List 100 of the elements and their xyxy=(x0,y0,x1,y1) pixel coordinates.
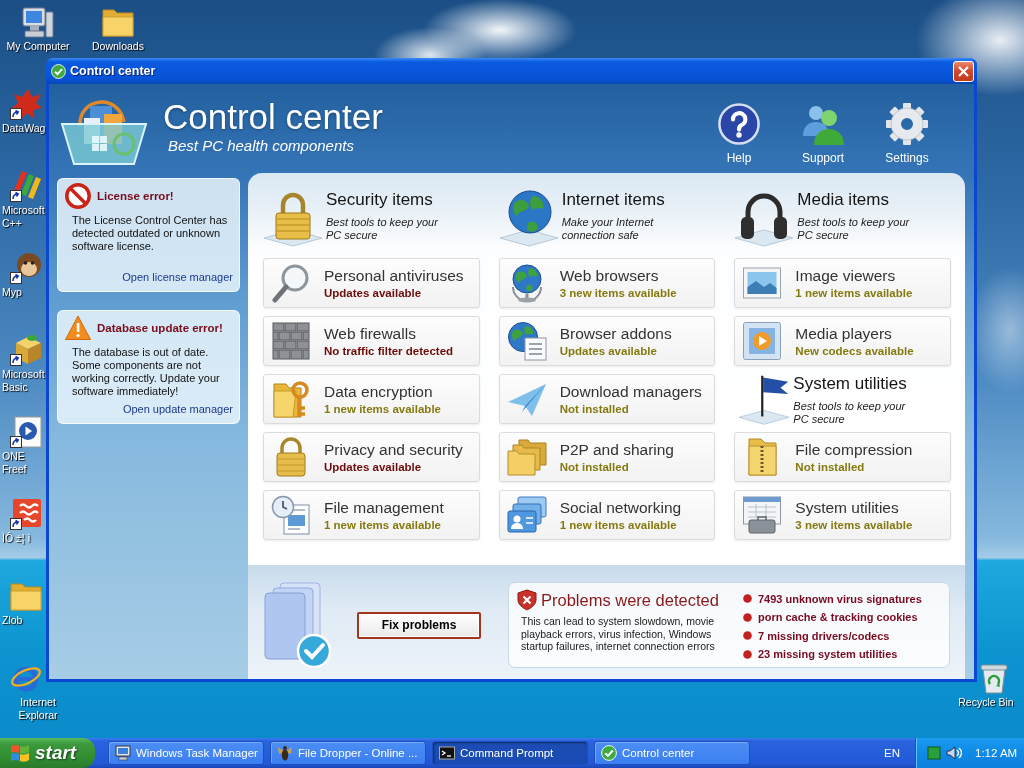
magnifier-icon xyxy=(271,263,311,303)
taskbar-button[interactable]: File Dropper - Online ... xyxy=(270,741,426,765)
status-text: Not installed xyxy=(559,459,629,474)
status-text: Updates available xyxy=(559,343,657,358)
category-name: File compression xyxy=(795,440,913,459)
status-text: Not installed xyxy=(559,401,629,416)
bullet-icon xyxy=(743,612,752,622)
language-indicator[interactable]: EN xyxy=(884,747,900,759)
category-card[interactable]: Image viewers 1 new items available xyxy=(734,258,951,308)
category-card[interactable]: Personal antiviruses Updates available xyxy=(263,258,480,308)
icon-label[interactable]: Recycle Bin xyxy=(958,696,1014,709)
fix-problems-button[interactable]: Fix problems xyxy=(357,611,481,639)
splash-shortcut-icon[interactable] xyxy=(10,88,42,120)
section-title: Security items xyxy=(326,189,433,210)
support-button[interactable]: Support xyxy=(788,102,858,165)
icon-label[interactable]: Internet Explorar xyxy=(18,696,58,722)
alert-title: Database update error! xyxy=(97,322,223,334)
window-toolbox-icon xyxy=(742,495,783,535)
icon-label[interactable]: Downloads xyxy=(92,40,144,53)
status-text: No traffic filter detected xyxy=(324,343,454,358)
category-card[interactable]: Download managers Not installed xyxy=(498,374,716,424)
problem-item: 7 missing drivers/codecs xyxy=(758,629,890,642)
category-name: Browser addons xyxy=(559,324,672,343)
bullet-icon xyxy=(743,649,752,659)
category-name: System utilities xyxy=(795,498,899,517)
status-text: 1 new items available xyxy=(795,285,913,300)
category-name: Personal antiviruses xyxy=(324,266,464,285)
error-shield-icon xyxy=(517,589,537,611)
category-card[interactable]: Privacy and security Updates available xyxy=(263,432,480,482)
box-shortcut-icon[interactable] xyxy=(10,334,42,366)
status-text: 3 new items available xyxy=(559,285,677,300)
window-title: Control center xyxy=(70,64,156,78)
media-player-icon xyxy=(742,321,783,361)
status-text: 3 new items available xyxy=(795,517,913,532)
category-name: Download managers xyxy=(559,382,702,401)
alert-link[interactable]: Open license manager xyxy=(122,271,233,284)
category-name: Web firewalls xyxy=(324,324,416,343)
check-circle-icon xyxy=(601,745,617,761)
category-name: Privacy and security xyxy=(324,440,463,459)
section-title: Media items xyxy=(797,189,889,210)
folder-icon[interactable] xyxy=(102,6,134,38)
help-button[interactable]: Help xyxy=(704,102,774,165)
folders-icon xyxy=(506,437,547,477)
icon-label[interactable]: Myp xyxy=(0,286,22,299)
section-description: Best tools to keep your PC secure xyxy=(793,400,907,426)
close-button[interactable] xyxy=(953,60,974,82)
status-text: 1 new items available xyxy=(324,401,441,416)
problems-description: This can lead to system slowdown, movie playback errors, virus infection, Windows startup failures, internet connection errors xyxy=(521,615,716,653)
status-text: Updates available xyxy=(324,459,422,474)
category-card[interactable]: Browser addons Updates available xyxy=(498,316,716,366)
category-card[interactable]: File compression Not installed xyxy=(734,432,951,482)
taskbar-button[interactable]: Control center xyxy=(594,741,750,765)
taskbar-button[interactable]: Command Prompt xyxy=(432,741,588,765)
icon-label[interactable]: My Computer xyxy=(6,40,70,53)
category-card[interactable]: Web browsers 3 new items available xyxy=(498,258,716,308)
folder-key-icon xyxy=(271,379,311,419)
close-icon xyxy=(958,65,969,77)
section-title: System utilities xyxy=(793,374,907,394)
settings-button[interactable]: Settings xyxy=(872,102,942,165)
category-name: Media players xyxy=(795,324,892,343)
disc-shortcut-icon[interactable] xyxy=(10,416,42,448)
section-title: Internet items xyxy=(561,189,665,210)
globe-list-icon xyxy=(506,321,547,361)
category-card[interactable]: Data encryption 1 new items available xyxy=(263,374,480,424)
problem-item: porn cache & tracking cookies xyxy=(758,611,918,624)
category-card[interactable]: Web firewalls No traffic filter detected xyxy=(263,316,480,366)
bug-icon xyxy=(277,745,293,761)
tile-shortcut-icon[interactable] xyxy=(10,498,42,530)
status-text: 1 new items available xyxy=(324,517,441,532)
category-card[interactable]: Media players New codecs available xyxy=(734,316,951,366)
alert-link[interactable]: Open update manager xyxy=(122,403,233,416)
status-text: Not installed xyxy=(795,459,865,474)
taskbar-button[interactable]: Windows Task Manager xyxy=(108,741,264,765)
alert-message: The License Control Center has detected outdated or unknown software license. xyxy=(72,214,229,253)
start-button[interactable]: start xyxy=(0,738,95,768)
console-icon xyxy=(439,745,455,761)
section-description: Make your Internet connection safe xyxy=(561,215,655,242)
monkey-shortcut-icon[interactable] xyxy=(10,252,42,284)
settings-icon xyxy=(886,102,928,145)
alert-message: The database is out of date. Some components are not working correctly. Update your software immediately! xyxy=(72,346,221,398)
icon-label[interactable]: Microsoft C++ xyxy=(0,204,45,230)
section-description: Best tools to keep your PC secure xyxy=(326,215,439,242)
category-name: P2P and sharing xyxy=(559,440,674,459)
prohibited-icon xyxy=(65,183,91,209)
icon-label[interactable]: DataWag xyxy=(0,122,46,135)
category-name: Data encryption xyxy=(324,382,433,401)
monitor-icon xyxy=(115,745,131,761)
blocks-shortcut-icon[interactable] xyxy=(10,170,42,202)
category-card[interactable]: File management 1 new items available xyxy=(263,490,480,540)
problems-title: Problems were detected xyxy=(541,590,719,610)
status-text: New codecs available xyxy=(795,343,914,358)
speaker-icon[interactable] xyxy=(946,745,962,761)
bullet-icon xyxy=(743,631,752,641)
computer-icon[interactable] xyxy=(22,6,54,38)
category-card[interactable]: Social networking 1 new items available xyxy=(498,490,716,540)
status-text: Updates available xyxy=(324,285,422,300)
category-card[interactable]: System utilities 3 new items available xyxy=(734,490,951,540)
category-card[interactable]: P2P and sharing Not installed xyxy=(498,432,716,482)
recycle-bin-icon[interactable] xyxy=(978,662,1010,694)
icon-label[interactable]: Microsoft Basic xyxy=(0,368,45,394)
